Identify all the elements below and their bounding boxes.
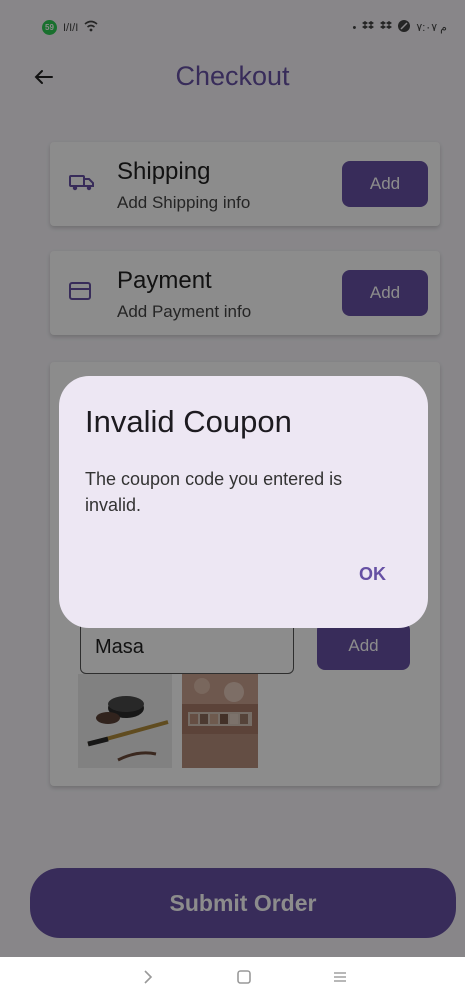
system-nav-bar	[0, 957, 465, 993]
dialog-message: The coupon code you entered is invalid.	[85, 469, 343, 515]
invalid-coupon-dialog: Invalid Coupon The coupon code you enter…	[59, 376, 428, 628]
dialog-title: Invalid Coupon	[85, 404, 292, 439]
menu-lines-icon[interactable]	[330, 967, 350, 987]
dialog-ok-button[interactable]: OK	[347, 556, 398, 592]
checkout-screen: 59 I/I/I • م ٧:٠٧ Checkout Shipping Add …	[0, 0, 465, 993]
home-square-icon[interactable]	[234, 967, 254, 987]
back-chevron-icon[interactable]	[138, 967, 158, 987]
